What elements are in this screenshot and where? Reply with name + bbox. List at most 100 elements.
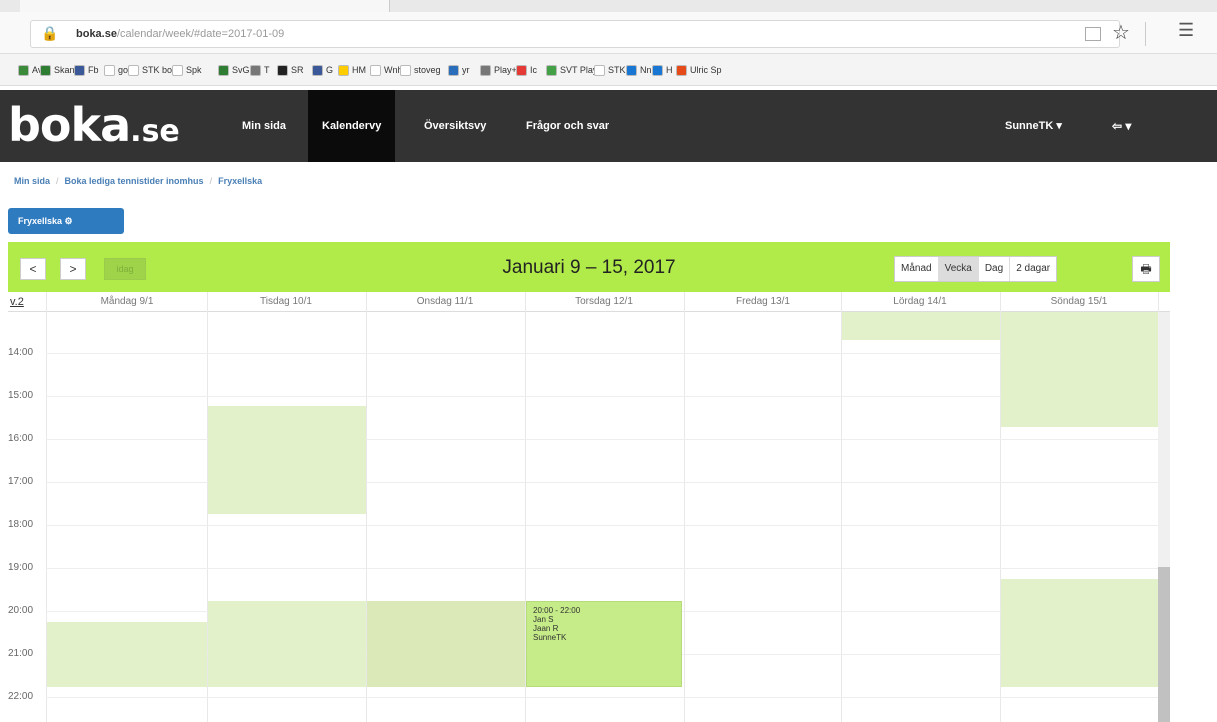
available-slot[interactable] (842, 312, 1000, 340)
bookmark-favicon-icon (546, 64, 557, 76)
bookmark-item[interactable]: SvG (218, 62, 250, 78)
event-player: Jaan R (533, 624, 559, 633)
time-label: 22:00 (8, 691, 34, 702)
bookmark-favicon-icon (676, 64, 687, 76)
hour-gridline (46, 353, 1158, 354)
bookmark-item[interactable]: Ic (516, 62, 537, 78)
bookmark-label: yr (462, 65, 470, 75)
breadcrumb-min-sida[interactable]: Min sida (14, 176, 50, 186)
bookmark-item[interactable]: T (250, 62, 270, 78)
day-header-row: v.2 Måndag 9/1 Tisdag 10/1 Onsdag 11/1 T… (8, 292, 1170, 312)
time-label: 19:00 (8, 562, 34, 573)
bookmark-item[interactable]: go (104, 62, 128, 78)
breadcrumb-separator: / (209, 176, 213, 186)
bookmarks-bar: Av Skand Fb go STK boka Spk SvG T SR G HM Wnh stoveg… (0, 54, 1217, 86)
bookmark-item[interactable]: Ulric Sp (676, 62, 722, 78)
bookmark-item[interactable]: stoveg (400, 62, 441, 78)
bookmark-item[interactable]: STK (594, 62, 626, 78)
column-divider (684, 292, 685, 722)
day-header-sunday: Söndag 15/1 (1050, 296, 1108, 307)
nav-min-sida[interactable]: Min sida (232, 90, 296, 162)
event-player: Jan S (533, 615, 554, 624)
available-slot[interactable] (208, 601, 366, 687)
browser-active-tab[interactable] (20, 0, 390, 12)
nav-oversiktsvy[interactable]: Översiktsvy (414, 90, 496, 162)
bookmark-favicon-icon (516, 64, 527, 76)
bookmark-item[interactable]: yr (448, 62, 470, 78)
breadcrumb-fryxellska[interactable]: Fryxellska (218, 176, 262, 186)
bookmark-favicon-icon (594, 64, 605, 76)
view-two-days-button[interactable]: 2 dagar (1010, 257, 1056, 281)
resource-select-button[interactable]: Fryxellska ⚙ (8, 208, 124, 234)
bookmark-label: go (118, 65, 129, 75)
bookmark-item[interactable]: G (312, 62, 333, 78)
bookmark-label: H (666, 65, 673, 75)
bookmark-label: G (326, 65, 334, 75)
bookmark-favicon-icon (312, 64, 323, 76)
reader-view-icon[interactable] (1085, 27, 1101, 41)
hour-gridline (46, 525, 1158, 526)
bookmark-favicon-icon (18, 64, 29, 76)
bookmark-label: STK (608, 65, 626, 75)
nav-fragor-och-svar[interactable]: Frågor och svar (516, 90, 619, 162)
bookmark-item[interactable]: HM (338, 62, 366, 78)
bookmark-item[interactable]: SR (277, 62, 304, 78)
bookmark-label: Nn (640, 65, 652, 75)
nav-kalendervy[interactable]: Kalendervy (308, 90, 396, 162)
available-slot[interactable] (208, 406, 366, 514)
column-divider (841, 292, 842, 722)
bookmark-item[interactable]: Spk (172, 62, 202, 78)
bookmark-label: Ic (530, 65, 538, 75)
breadcrumb-boka[interactable]: Boka lediga tennistider inomhus (65, 176, 204, 186)
user-menu[interactable]: SunneTK ▾ (1005, 90, 1062, 162)
available-slot[interactable] (1001, 579, 1158, 687)
time-label: 14:00 (8, 347, 34, 358)
time-label: 20:00 (8, 605, 34, 616)
bookmark-item[interactable]: Wnh (370, 62, 403, 78)
page-info-icon[interactable]: 🔒 (41, 25, 58, 43)
week-calendar-grid: v.2 Måndag 9/1 Tisdag 10/1 Onsdag 11/1 T… (8, 292, 1170, 722)
bookmark-item[interactable]: Av (18, 62, 42, 78)
site-logo[interactable]: boka.se (8, 98, 180, 154)
bookmark-item[interactable]: SVT Play (546, 62, 597, 78)
day-header-wednesday: Onsdag 11/1 (416, 296, 474, 307)
view-month-button[interactable]: Månad (895, 257, 939, 281)
view-day-button[interactable]: Dag (979, 257, 1011, 281)
day-header-thursday: Torsdag 12/1 (575, 296, 633, 307)
scrollbar-thumb[interactable] (1158, 567, 1170, 722)
time-label: 18:00 (8, 519, 34, 530)
bookmark-favicon-icon (277, 64, 288, 76)
view-week-button[interactable]: Vecka (938, 257, 979, 281)
bookmark-favicon-icon (250, 64, 261, 76)
available-slot[interactable] (367, 601, 525, 687)
bookmark-item[interactable]: Nn (626, 62, 652, 78)
available-slot[interactable] (47, 622, 207, 687)
bookmark-item[interactable]: H (652, 62, 673, 78)
bookmark-favicon-icon (40, 64, 51, 76)
hour-gridline (46, 568, 1158, 569)
bookmark-favicon-icon (652, 64, 663, 76)
url-text[interactable]: boka.se/calendar/week/#date=2017-01-09 (76, 28, 284, 40)
hour-gridline (46, 697, 1158, 698)
bookmark-favicon-icon (172, 64, 183, 76)
bookmark-label: SR (291, 65, 304, 75)
bookmark-label: SvG (232, 65, 250, 75)
bookmark-label: SVT Play (560, 65, 598, 75)
calendar-event[interactable]: 20:00 - 22:00 Jan S Jaan R SunneTK (526, 601, 682, 687)
toolbar-divider (1145, 22, 1146, 46)
bookmark-star-icon[interactable]: ☆ (1112, 20, 1130, 45)
bookmark-item[interactable]: Play+ (480, 62, 517, 78)
logout-menu[interactable]: ⇦ ▾ (1112, 90, 1131, 162)
print-icon[interactable]: 🖶 (1132, 256, 1160, 282)
time-label: 16:00 (8, 433, 34, 444)
bookmark-label: T (264, 65, 270, 75)
bookmark-label: Fb (88, 65, 99, 75)
bookmark-item[interactable]: Fb (74, 62, 99, 78)
bookmark-favicon-icon (104, 64, 115, 76)
address-bar[interactable]: 🔒 boka.se/calendar/week/#date=2017-01-09 (30, 20, 1120, 48)
event-player: SunneTK (533, 633, 567, 642)
bookmark-favicon-icon (74, 64, 85, 76)
view-switcher: Månad Vecka Dag 2 dagar (894, 256, 1058, 282)
menu-icon[interactable]: ☰ (1178, 20, 1194, 41)
available-slot[interactable] (1001, 312, 1158, 427)
